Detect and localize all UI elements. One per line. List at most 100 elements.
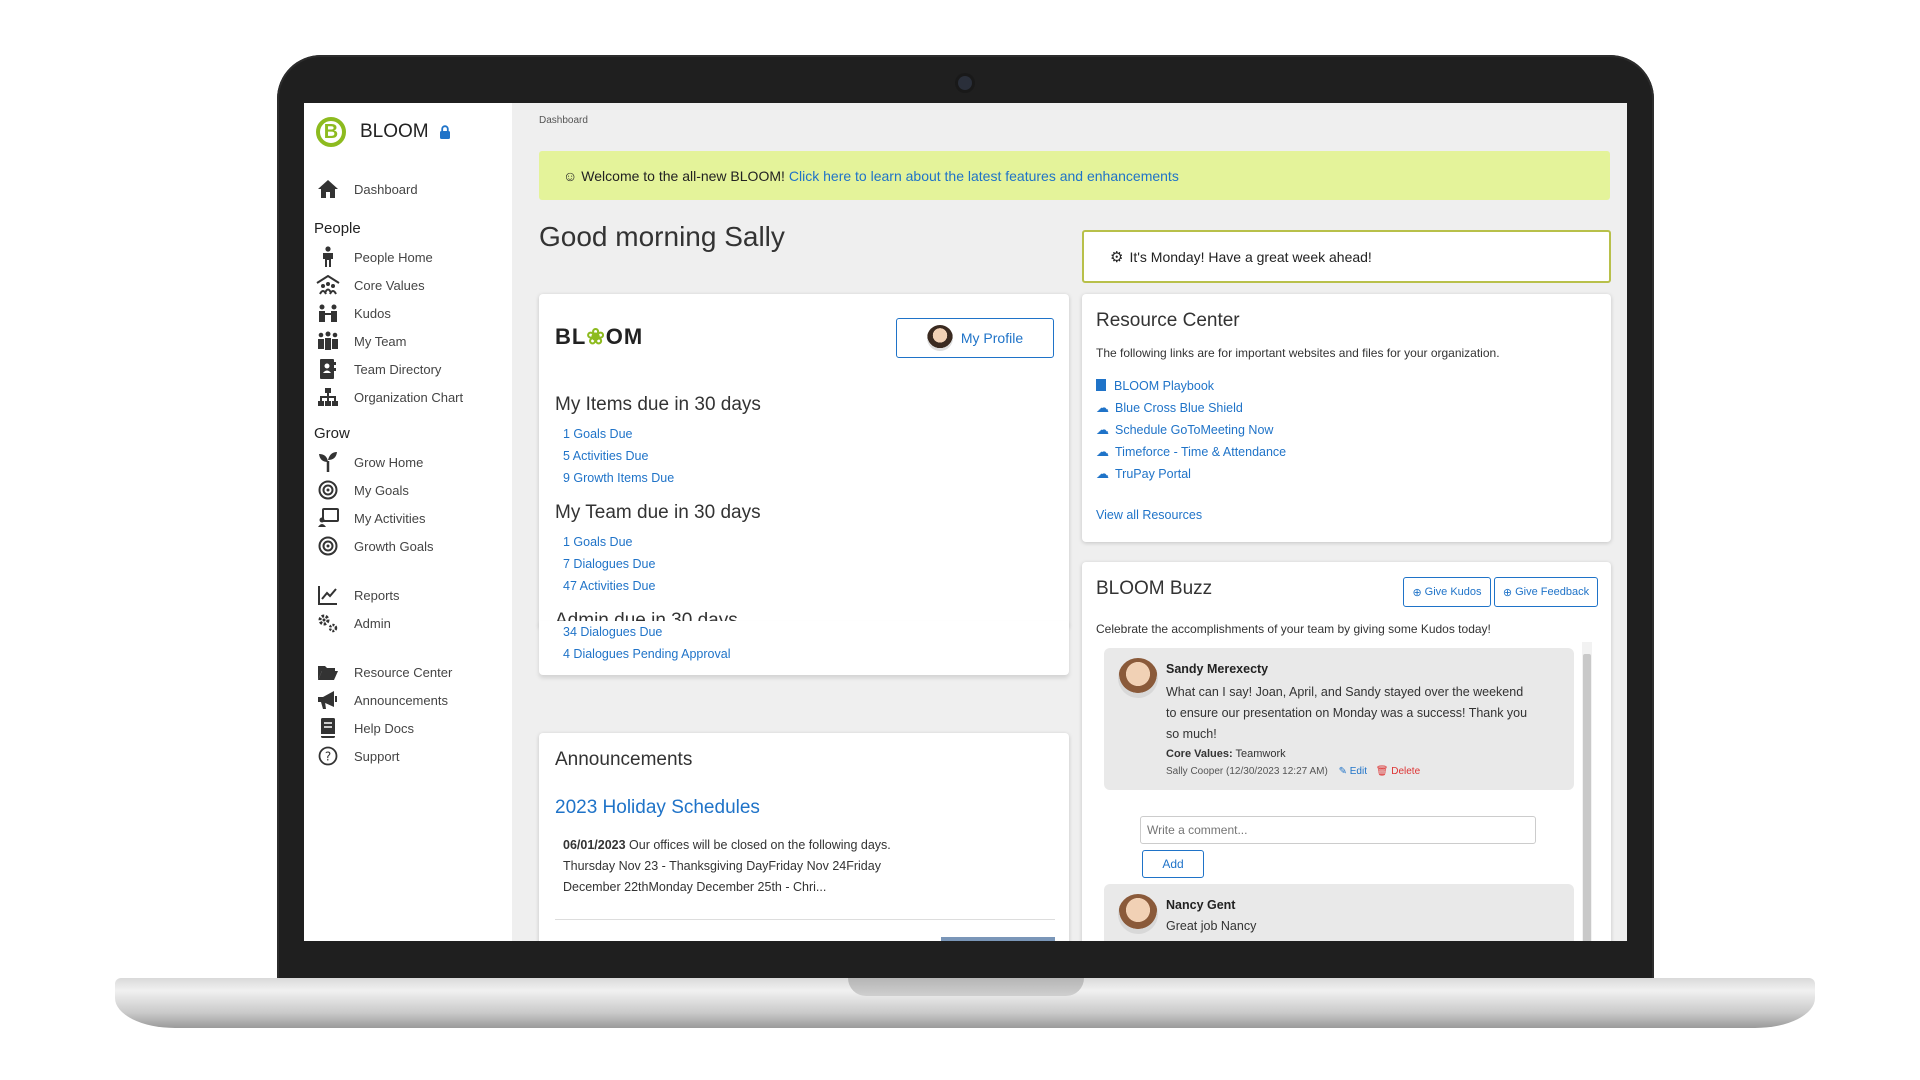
summary-card: BL❀OM My Profile My Items due in 30 days… [539, 294, 1069, 631]
post-core-values: Core Values: Teamwork [1166, 748, 1286, 760]
welcome-link[interactable]: Click here to learn about the latest fea… [789, 168, 1179, 184]
core-values-icon [316, 273, 340, 297]
my-profile-button[interactable]: My Profile [896, 318, 1054, 358]
team-dialogues-due-link[interactable]: 7 Dialogues Due [563, 557, 655, 571]
monday-banner: ⚙ It's Monday! Have a great week ahead! [1082, 230, 1611, 283]
section-people: People [314, 220, 361, 237]
bloom-buzz-description: Celebrate the accomplishments of your te… [1096, 622, 1491, 636]
sidebar-item-support[interactable]: ? Support [316, 742, 400, 770]
summary-card-bottom: 34 Dialogues Due 4 Dialogues Pending App… [539, 621, 1069, 675]
resource-link-label: BLOOM Playbook [1114, 379, 1215, 393]
smile-icon: ☺ [563, 167, 578, 184]
give-kudos-label: Give Kudos [1424, 586, 1482, 598]
sidebar-item-label: Announcements [354, 692, 448, 708]
resource-link-trupay[interactable]: ☁ TruPay Portal [1096, 465, 1191, 483]
sidebar-item-announcements[interactable]: Announcements [316, 686, 448, 714]
resource-link-timeforce[interactable]: ☁ Timeforce - Time & Attendance [1096, 443, 1286, 461]
sprout-icon [316, 450, 340, 474]
sidebar-item-people-home[interactable]: People Home [316, 243, 433, 271]
team-activities-due-link[interactable]: 47 Activities Due [563, 579, 655, 593]
laptop-notch [848, 978, 1084, 996]
post-line: so much! [1166, 727, 1217, 741]
section-grow: Grow [314, 425, 350, 442]
resource-center-card: Resource Center The following links are … [1082, 294, 1611, 542]
sidebar-item-admin[interactable]: Admin [316, 609, 391, 637]
view-all-resources-link[interactable]: View all Resources [1096, 508, 1202, 522]
cloud-icon: ☁ [1096, 422, 1109, 437]
team-due-title: My Team due in 30 days [555, 502, 761, 523]
brand-name: BLOOM [360, 121, 429, 142]
sidebar-item-grow-home[interactable]: Grow Home [316, 448, 423, 476]
sidebar-item-label: Grow Home [354, 454, 424, 470]
sidebar-item-reports[interactable]: Reports [316, 581, 400, 609]
my-activities-due-link[interactable]: 5 Activities Due [563, 449, 648, 463]
my-profile-label: My Profile [960, 330, 1024, 346]
my-growth-items-due-link[interactable]: 9 Growth Items Due [563, 471, 674, 485]
sidebar-item-label: My Activities [354, 510, 426, 526]
announcement-line: Our offices will be closed on the follow… [629, 838, 891, 852]
resource-link-playbook[interactable]: BLOOM Playbook [1096, 377, 1214, 395]
buzz-scrollbar-thumb[interactable] [1583, 654, 1591, 941]
buzz-post: Sandy Merexecty What can I say! Joan, Ap… [1104, 648, 1574, 790]
resource-link-label: Blue Cross Blue Shield [1115, 401, 1243, 415]
org-chart-icon [316, 385, 340, 409]
announcement-date: 06/01/2023 [563, 838, 626, 852]
sidebar-item-my-goals[interactable]: My Goals [316, 476, 409, 504]
sidebar-item-dashboard[interactable]: Dashboard [316, 175, 418, 203]
sidebar-item-organization-chart[interactable]: Organization Chart [316, 383, 463, 411]
sidebar-item-my-team[interactable]: My Team [316, 327, 407, 355]
comment-input[interactable] [1140, 816, 1536, 844]
team-goals-due-link[interactable]: 1 Goals Due [563, 535, 632, 549]
avatar [1118, 894, 1158, 934]
sidebar-item-label: My Goals [354, 482, 409, 498]
give-feedback-button[interactable]: ⊕ Give Feedback [1494, 577, 1598, 607]
post-body: What can I say! Joan, April, and Sandy s… [1166, 682, 1566, 745]
sidebar-item-label: Resource Center [354, 664, 453, 680]
welcome-text: Welcome to the all-new BLOOM! [581, 167, 785, 184]
cloud-icon: ☁ [1096, 400, 1109, 415]
delete-label: Delete [1391, 766, 1421, 777]
bloom-wordmark: BL❀OM [555, 324, 644, 349]
resource-link-label: Schedule GoToMeeting Now [1115, 423, 1274, 437]
sidebar-item-kudos[interactable]: Kudos [316, 299, 391, 327]
resource-link-gotomeeting[interactable]: ☁ Schedule GoToMeeting Now [1096, 421, 1273, 439]
admin-pending-approval-link[interactable]: 4 Dialogues Pending Approval [563, 647, 730, 661]
announcements-title: Announcements [555, 749, 693, 770]
activities-icon [316, 506, 340, 530]
admin-dialogues-due-link[interactable]: 34 Dialogues Due [563, 625, 662, 639]
give-kudos-button[interactable]: ⊕ Give Kudos [1403, 577, 1491, 607]
brand[interactable]: B BLOOM [316, 117, 451, 147]
avatar [1118, 658, 1158, 698]
announcement-image [941, 937, 1055, 941]
sidebar-item-label: Admin [354, 615, 391, 631]
add-comment-button[interactable]: Add [1142, 850, 1204, 878]
directory-icon [316, 357, 340, 381]
sidebar-item-core-values[interactable]: Core Values [316, 271, 425, 299]
cloud-icon: ☁ [1096, 466, 1109, 481]
announcement-item-title[interactable]: 2023 Holiday Schedules [555, 797, 760, 819]
bloom-buzz-title: BLOOM Buzz [1096, 578, 1213, 599]
sidebar-item-my-activities[interactable]: My Activities [316, 504, 426, 532]
buzz-post: Nancy Gent Great job Nancy [1104, 884, 1574, 941]
plus-circle-icon: ⊕ [1412, 586, 1422, 599]
sidebar-item-team-directory[interactable]: Team Directory [316, 355, 441, 383]
breadcrumb[interactable]: Dashboard [539, 115, 588, 126]
sidebar: B BLOOM Dashboard People People Home Cor… [304, 103, 512, 941]
sidebar-item-label: Dashboard [354, 181, 418, 197]
resource-link-bcbs[interactable]: ☁ Blue Cross Blue Shield [1096, 399, 1243, 417]
my-goals-due-link[interactable]: 1 Goals Due [563, 427, 632, 441]
announcement-line: December 22thMonday December 25th - Chri… [563, 880, 827, 894]
sidebar-item-resource-center[interactable]: Resource Center [316, 658, 452, 686]
edit-label: Edit [1349, 766, 1367, 777]
edit-link[interactable]: ✎ Edit [1339, 766, 1367, 777]
my-items-title: My Items due in 30 days [555, 394, 761, 415]
post-meta-text: Sally Cooper (12/30/2023 12:27 AM) [1166, 766, 1328, 777]
file-pdf-icon [1096, 379, 1106, 391]
gear-icon: ⚙ [1110, 248, 1124, 266]
question-circle-icon: ? [316, 744, 340, 768]
sidebar-item-growth-goals[interactable]: Growth Goals [316, 532, 433, 560]
delete-link[interactable]: 🗑 Delete [1376, 766, 1420, 777]
person-icon [316, 245, 340, 269]
sidebar-item-help-docs[interactable]: Help Docs [316, 714, 414, 742]
buzz-scrollbar[interactable] [1582, 642, 1592, 941]
